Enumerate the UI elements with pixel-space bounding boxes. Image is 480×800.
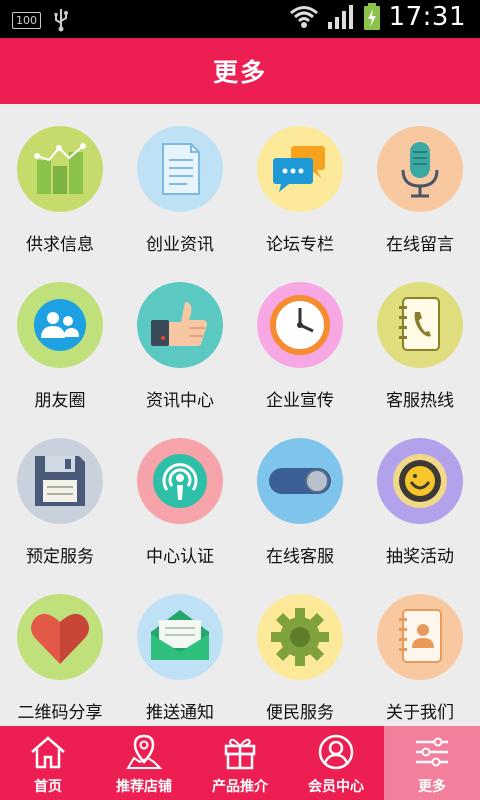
grid-item-supply-info[interactable]: 供求信息	[0, 104, 120, 260]
phone-book-icon	[377, 282, 463, 368]
grid-item-label: 创业资讯	[146, 235, 214, 255]
status-bar: 100 17:31	[0, 0, 480, 38]
sliders-icon	[416, 737, 448, 767]
tab-label: 首页	[34, 779, 62, 795]
tab-home[interactable]: 首页	[0, 726, 96, 800]
tab-recommended-stores[interactable]: 推荐店铺	[96, 726, 192, 800]
grid-item-forum[interactable]: 论坛专栏	[240, 104, 360, 260]
clock-icon	[257, 282, 343, 368]
tab-label: 会员中心	[308, 779, 364, 795]
grid-item-label: 在线留言	[386, 235, 454, 255]
toggle-icon	[257, 438, 343, 524]
grid-item-friends[interactable]: 朋友圈	[0, 260, 120, 416]
thumbs-up-icon	[137, 282, 223, 368]
grid-item-lottery[interactable]: 抽奖活动	[360, 416, 480, 572]
heart-icon	[17, 594, 103, 680]
signal-icon	[327, 5, 353, 29]
lottery-icon	[377, 438, 463, 524]
grid-item-label: 预定服务	[26, 547, 94, 567]
envelope-icon	[137, 594, 223, 680]
clock: 17:31	[388, 2, 466, 32]
grid-item-startup-news[interactable]: 创业资讯	[120, 104, 240, 260]
home-icon	[31, 736, 65, 769]
battery-level-icon: 100	[12, 11, 41, 29]
grid-item-about-us[interactable]: 关于我们	[360, 572, 480, 728]
chat-bubbles-icon	[257, 126, 343, 212]
tab-member-center[interactable]: 会员中心	[288, 726, 384, 800]
grid-item-label: 客服热线	[386, 391, 454, 411]
grid-item-hotline[interactable]: 客服热线	[360, 260, 480, 416]
grid-item-label: 朋友圈	[34, 391, 86, 411]
grid-item-label: 资讯中心	[146, 391, 214, 411]
gear-icon	[257, 594, 343, 680]
grid-item-label: 抽奖活动	[386, 547, 454, 567]
grid-item-push-notice[interactable]: 推送通知	[120, 572, 240, 728]
grid-item-online-service[interactable]: 在线客服	[240, 416, 360, 572]
page-title: 更多	[212, 58, 267, 87]
tab-label: 更多	[418, 779, 446, 795]
grid-item-enterprise-promo[interactable]: 企业宣传	[240, 260, 360, 416]
wifi-icon	[289, 6, 318, 28]
grid-item-certification[interactable]: 中心认证	[120, 416, 240, 572]
title-bar: 更多	[0, 38, 480, 104]
grid-item-label: 便民服务	[266, 703, 334, 723]
tab-label: 推荐店铺	[116, 779, 172, 795]
user-icon	[318, 734, 354, 770]
usb-icon	[54, 9, 68, 32]
microphone-icon	[377, 126, 463, 212]
grid-item-label: 推送通知	[146, 703, 214, 723]
battery-charging-icon	[363, 3, 380, 30]
bar-chart-icon	[17, 126, 103, 212]
grid-item-leave-message[interactable]: 在线留言	[360, 104, 480, 260]
tab-products[interactable]: 产品推介	[192, 726, 288, 800]
grid-item-reservation[interactable]: 预定服务	[0, 416, 120, 572]
grid-item-label: 关于我们	[386, 703, 454, 723]
grid-item-label: 供求信息	[26, 235, 94, 255]
grid-item-label: 中心认证	[146, 547, 214, 567]
grid-item-qrcode-share[interactable]: 二维码分享	[0, 572, 120, 728]
contacts-icon	[377, 594, 463, 680]
grid-item-label: 论坛专栏	[266, 235, 334, 255]
feature-grid: 供求信息 创业资讯 论坛专栏 在线留言 朋友圈 资讯中心 企业宣传 客服热线 预…	[0, 104, 480, 726]
gift-icon	[224, 738, 256, 770]
bottom-tab-bar: 首页 推荐店铺 产品推介 会员中心 更多	[0, 726, 480, 800]
tab-more[interactable]: 更多	[384, 726, 480, 800]
tab-label: 产品推介	[212, 779, 268, 795]
grid-item-convenience[interactable]: 便民服务	[240, 572, 360, 728]
grid-item-label: 在线客服	[266, 547, 334, 567]
grid-item-label: 二维码分享	[17, 703, 103, 723]
podcast-icon	[137, 438, 223, 524]
grid-item-news-center[interactable]: 资讯中心	[120, 260, 240, 416]
map-pin-icon	[126, 734, 163, 769]
grid-item-label: 企业宣传	[266, 391, 334, 411]
floppy-disk-icon	[17, 438, 103, 524]
document-icon	[137, 126, 223, 212]
friends-icon	[17, 282, 103, 368]
